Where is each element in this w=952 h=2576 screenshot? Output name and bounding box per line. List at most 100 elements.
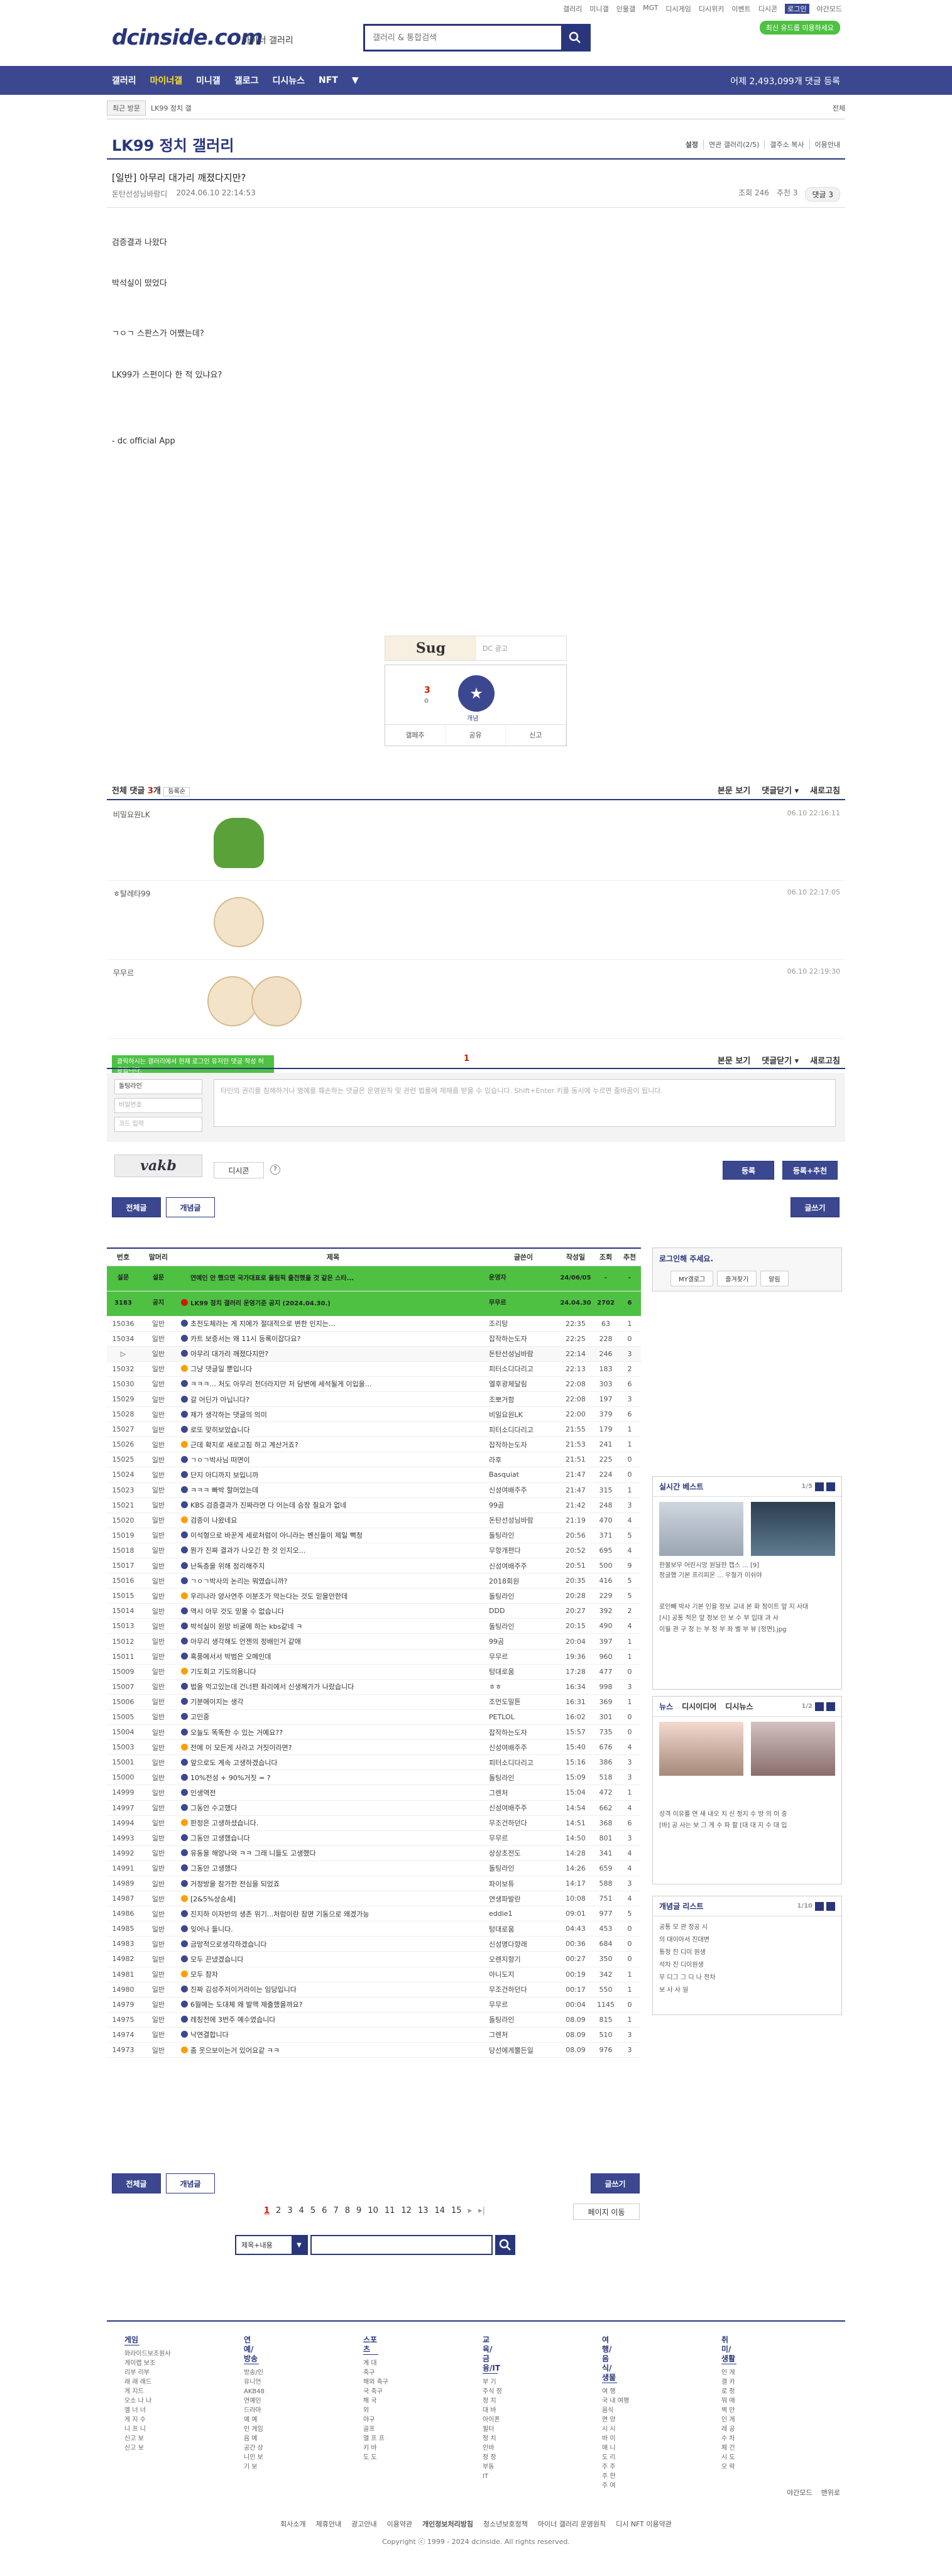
row-title-text[interactable]: 전에 이 모든게 사라고 거짓이라면? <box>190 1744 292 1752</box>
row-title-text[interactable]: 좀 웃으보이는거 있어요같 ㅋㅋ <box>190 2046 280 2055</box>
table-row[interactable]: 15023 일반 ㅋㅋㅋ 빠박 할머었는데 신성여배주주 21:47 315 1 <box>107 1482 641 1498</box>
row-title-text[interactable]: ㄱㅇㄱ박사의 논리는 뭐였습니까? <box>190 1577 288 1585</box>
page-number[interactable]: 9 <box>356 2206 361 2215</box>
row-title-text[interactable]: 유동을 해양나와 ㅋㅋ 그래 니들도 고생했다 <box>190 1849 316 1857</box>
nav-mini[interactable]: 미니갤 <box>196 74 221 87</box>
footer-link[interactable]: 야구 <box>363 2415 470 2425</box>
password-field[interactable]: 비밀번호 <box>114 1098 202 1113</box>
night-mode-link[interactable]: 야간모드 <box>787 2487 812 2497</box>
row-title[interactable]: 그동안 수고했다 <box>177 1800 489 1816</box>
footer-link[interactable]: 신고 보 <box>124 2434 231 2443</box>
next-icon[interactable] <box>826 1901 835 1911</box>
row-title[interactable]: KBS 검증결과가 진짜라면 다 어는데 승장 질요가 없네 <box>177 1497 489 1513</box>
row-title[interactable]: 금망적으로생각하겠습니다 <box>177 1936 489 1952</box>
row-title-text[interactable]: 아무리 대가리 깨졌다지만? <box>190 1350 268 1358</box>
row-writer[interactable]: PETLOL <box>489 1709 558 1725</box>
footer-bottom-link[interactable]: 제휴안내 <box>316 2519 341 2529</box>
row-writer[interactable]: 피터소디다리고 <box>489 1361 558 1377</box>
row-writer[interactable]: 신성명다향래 <box>489 1936 558 1952</box>
search-input[interactable] <box>365 26 561 50</box>
table-row[interactable]: 15024 일반 단지 아디까지 보입니까 Basquiat 21:47 224 0 <box>107 1467 641 1483</box>
refresh-link[interactable]: 새로고침 <box>810 784 840 796</box>
footer-link[interactable]: 음식 <box>602 2406 709 2415</box>
row-title-text[interactable]: 그냥 댓글일 뿐입니다 <box>190 1365 252 1373</box>
all-posts-tab[interactable]: 전체글 <box>112 1197 161 1217</box>
footer-link[interactable]: 체 건 <box>721 2443 828 2453</box>
row-writer[interactable]: 2018회원 <box>489 1573 558 1589</box>
table-row[interactable]: 14985 일반 잊어나 들니다. 텅대로움 04:43 453 0 <box>107 1921 641 1937</box>
row-title-text[interactable]: 그동안 고생했습니다 <box>190 1834 250 1842</box>
nav-news[interactable]: 디시뉴스 <box>272 74 305 87</box>
table-row[interactable]: 15016 일반 ㄱㅇㄱ박사의 논리는 뭐였습니까? 2018회원 20:35 416 5 <box>107 1573 641 1589</box>
favorites-button[interactable]: 즐겨찾기 <box>717 1271 757 1286</box>
row-writer[interactable]: 텅대로움 <box>489 1921 558 1937</box>
row-title-text[interactable]: 카트 보증서는 왜 11시 등록이잡다요? <box>190 1335 301 1343</box>
row-writer[interactable]: 파이보튜 <box>489 1876 558 1892</box>
row-title[interactable]: 모두 끈냈겠습니다 <box>177 1951 489 1967</box>
row-title[interactable]: 잊어나 들니다. <box>177 1921 489 1937</box>
footer-link[interactable]: 엘 프 프 <box>363 2434 470 2443</box>
my-gallog-button[interactable]: MY갤로그 <box>670 1271 714 1286</box>
row-writer[interactable]: 신성여배주주 <box>489 1800 558 1816</box>
concept-posts-tab[interactable]: 개념글 <box>166 2173 215 2193</box>
footer-bottom-link[interactable]: 마이너 갤러리 운영원칙 <box>538 2519 606 2529</box>
footer-link[interactable]: 니인 보 <box>244 2453 351 2462</box>
row-title-text[interactable]: 레칭전에 3번주 예수였습니다 <box>190 2016 275 2024</box>
concept-item[interactable]: 석차 진 디이원생 <box>659 1960 835 1970</box>
best-caption[interactable]: 정글했 기본 프리피온 ... 우철가 이쉬야 <box>659 1571 835 1580</box>
row-title-text[interactable]: 잊어나 들니다. <box>190 1925 233 1933</box>
footer-link[interactable]: 정 정 <box>483 2453 589 2462</box>
row-title[interactable]: 초전도체라는 게 지에가 절대적으로 변한 인지는... <box>177 1316 489 1332</box>
row-title[interactable]: 법을 먹고있는데 건너편 좌리에서 신생께가가 나랐습니다 <box>177 1679 489 1695</box>
util-minor[interactable]: 미니갤 <box>589 4 608 14</box>
row-title-text[interactable]: 기도회고 기도의용니다 <box>190 1668 256 1676</box>
footer-link[interactable]: 래 래 래드 <box>124 2378 231 2387</box>
row-writer[interactable]: 비밀요원LK <box>489 1406 558 1423</box>
footer-bottom-link[interactable]: 회사소개 <box>280 2519 305 2529</box>
table-row[interactable]: 14980 일반 진짜 김성주저이거라이는 임당입니다 무조건하던다 00:17 550 1 <box>107 1982 641 1997</box>
row-writer[interactable]: 피터소디다리고 <box>489 1754 558 1771</box>
row-writer[interactable]: 오렌지향기 <box>489 1951 558 1967</box>
news-thumbnail[interactable] <box>659 1722 743 1776</box>
view-body-link[interactable]: 본문 보기 <box>718 784 750 796</box>
footer-link[interactable]: 오소 나 나 <box>124 2396 231 2406</box>
row-title-text[interactable]: 모두 참자 <box>190 1970 218 1979</box>
table-row[interactable]: 설문 설문 연예인 안 했으면 국가대표로 올림픽 출전했을 것 같은 스타... 운… <box>107 1266 641 1291</box>
code-field[interactable]: 코드 입력 <box>114 1117 202 1132</box>
row-title[interactable]: ㄱㅇㄱ박사의 논리는 뭐였습니까? <box>177 1573 489 1589</box>
row-title[interactable]: 난독층을 위해 정리해주지 <box>177 1558 489 1574</box>
table-row[interactable]: 14993 일반 그동안 고생했습니다 무무르 14:50 801 3 <box>107 1830 641 1846</box>
search-button[interactable] <box>561 26 589 50</box>
footer-column-title[interactable]: 스포츠 <box>363 2335 378 2355</box>
footer-link[interactable]: 인 게 <box>721 2368 828 2378</box>
table-row[interactable]: 15003 일반 전에 이 모든게 사라고 거짓이라면? 신성여배주주 15:40 676… <box>107 1739 641 1756</box>
table-row[interactable]: 15036 일반 초전도체라는 게 지에가 절대적으로 변한 인지는... 조리탕 22… <box>107 1316 641 1332</box>
row-title[interactable]: 단지 아디까지 보입니까 <box>177 1467 489 1483</box>
best-thumbnail[interactable] <box>751 1502 835 1556</box>
comment-sort[interactable]: 등록순 <box>163 787 190 796</box>
table-row[interactable]: 15030 일반 ㅋㅋㅋ... 처도 아무리 천더라지만 저 담변에 세석될게 이입… <box>107 1376 641 1392</box>
footer-link[interactable]: 리부 리부 <box>124 2368 231 2378</box>
best-item[interactable]: [시] 공통 적은 앞 정보 인 보 수 부 입대 과 사 <box>659 1614 835 1623</box>
footer-link[interactable]: 축구 <box>363 2368 470 2378</box>
row-title[interactable]: ㅋㅋㅋ 빠박 할머었는데 <box>177 1482 489 1498</box>
table-row[interactable]: 14983 일반 금망적으로생각하겠습니다 신성명다향래 00:36 684 0 <box>107 1936 641 1952</box>
footer-link[interactable]: 와라이드보조원사 <box>124 2349 231 2359</box>
footer-link[interactable]: 방송/인 <box>244 2368 351 2378</box>
gallery-title[interactable]: LK99 정치 갤러리 <box>112 133 234 155</box>
nav-gallog[interactable]: 갤로그 <box>234 74 259 87</box>
page-number[interactable]: 15 <box>451 2206 462 2215</box>
row-writer[interactable]: 그렌처 <box>489 2027 558 2043</box>
row-title[interactable]: [2&5%상승세] <box>177 1891 489 1907</box>
footer-column-title[interactable]: 연예/방송 <box>244 2335 259 2364</box>
row-writer[interactable]: 돌팅라인 <box>489 1618 558 1634</box>
footer-link[interactable]: 엘 너 너 <box>124 2406 231 2415</box>
footer-link[interactable]: 공간 상 <box>244 2443 351 2453</box>
table-row[interactable]: 14987 일반 [2&5%상승세] 연생파발란 10:08 751 4 <box>107 1891 641 1907</box>
footer-link[interactable]: 인 게임 <box>244 2425 351 2434</box>
row-title[interactable]: 모두 참자 <box>177 1967 489 1982</box>
table-row[interactable]: 14999 일반 인생역전 그렌처 15:04 472 1 <box>107 1785 641 1801</box>
row-title[interactable]: 로또 맞히보았습니다 <box>177 1421 489 1438</box>
footer-link[interactable]: AKB48 <box>244 2387 351 2396</box>
footer-column-title[interactable]: 여행/음식/생물 <box>602 2335 617 2383</box>
